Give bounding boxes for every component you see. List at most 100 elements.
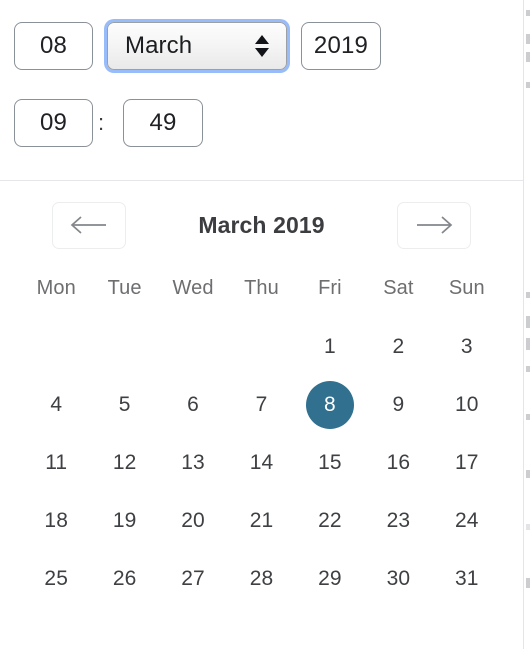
next-month-button[interactable] (397, 201, 471, 249)
day-cell[interactable]: 1 (296, 318, 364, 376)
minute-input[interactable] (123, 99, 203, 147)
edge-fleck (526, 316, 530, 328)
arrow-left-icon (69, 215, 109, 235)
day-number: 27 (181, 567, 205, 590)
day-cell[interactable]: 15 (296, 434, 364, 492)
day-cell[interactable]: 27 (159, 550, 227, 608)
day-number: 3 (460, 335, 473, 358)
day-number: 15 (318, 451, 342, 474)
day-cell[interactable]: 16 (364, 434, 432, 492)
day-cell[interactable]: 20 (159, 492, 227, 550)
day-cell[interactable]: 21 (227, 492, 295, 550)
edge-fleck (526, 414, 530, 420)
day-number: 10 (455, 393, 479, 416)
weekday-cell: Tue (107, 276, 142, 299)
weekday-cell: Sun (448, 276, 485, 299)
day-cell[interactable]: 30 (364, 550, 432, 608)
day-cell[interactable]: 19 (90, 492, 158, 550)
day-cell-empty (159, 318, 227, 376)
edge-fleck (526, 366, 530, 372)
day-cell[interactable]: 13 (159, 434, 227, 492)
previous-month-button[interactable] (52, 201, 126, 249)
day-number: 31 (455, 567, 479, 590)
calendar-header: March 2019 (22, 182, 501, 268)
day-number: 9 (392, 393, 405, 416)
month-select-wrapper: March (107, 22, 287, 70)
hour-input[interactable] (14, 99, 93, 147)
day-input[interactable] (14, 22, 93, 70)
day-number: 8 (305, 381, 354, 429)
day-number: 28 (249, 567, 274, 590)
triangle-down-icon (255, 48, 269, 57)
time-field-row: : (14, 99, 203, 147)
day-cell[interactable]: 12 (90, 434, 158, 492)
day-cell[interactable]: 2 (364, 318, 432, 376)
edge-fleck (526, 292, 530, 298)
calendar-title: March 2019 (198, 211, 325, 238)
day-cell-empty (22, 318, 90, 376)
weekday-header-row: Mon Tue Wed Thu Fri Sat Sun (22, 268, 501, 308)
edge-fleck (526, 82, 530, 88)
day-number: 24 (455, 509, 479, 532)
day-number: 29 (318, 567, 342, 590)
day-cell[interactable]: 22 (296, 492, 364, 550)
day-number: 1 (324, 335, 336, 358)
day-number: 2 (392, 335, 405, 358)
day-cell[interactable]: 28 (227, 550, 295, 608)
day-number: 23 (386, 509, 411, 532)
day-cell[interactable]: 29 (296, 550, 364, 608)
adjacent-panel-edge (523, 0, 531, 649)
weekday-cell: Wed (172, 276, 214, 299)
edge-fleck (526, 34, 530, 44)
day-cell[interactable]: 23 (364, 492, 432, 550)
day-number: 30 (386, 567, 411, 590)
day-cell[interactable]: 31 (433, 550, 501, 608)
day-cell[interactable]: 3 (433, 318, 501, 376)
day-cell-empty (227, 318, 295, 376)
calendar-panel: March 2019 Mon Tue Wed Thu Fri Sat Sun 1234567… (0, 182, 523, 649)
day-number: 14 (249, 451, 274, 474)
day-number: 25 (44, 567, 68, 590)
edge-fleck (526, 10, 530, 16)
day-cell[interactable]: 24 (433, 492, 501, 550)
day-number: 12 (112, 451, 137, 474)
edge-fleck (526, 52, 530, 62)
edge-fleck (526, 338, 530, 350)
day-number: 22 (318, 509, 342, 532)
day-cell-empty (90, 318, 158, 376)
year-input[interactable] (301, 22, 381, 70)
arrow-right-icon (414, 215, 454, 235)
time-separator: : (97, 110, 105, 135)
edge-fleck (526, 470, 530, 478)
month-select-value: March (125, 32, 193, 59)
day-number: 26 (112, 567, 137, 590)
day-cell[interactable]: 5 (90, 376, 158, 434)
day-number: 7 (255, 393, 268, 416)
weekday-cell: Mon (36, 276, 76, 299)
day-cell[interactable]: 7 (227, 376, 295, 434)
day-number: 17 (455, 451, 479, 474)
day-cell[interactable]: 9 (364, 376, 432, 434)
day-cell[interactable]: 6 (159, 376, 227, 434)
day-cell[interactable]: 25 (22, 550, 90, 608)
day-cell[interactable]: 14 (227, 434, 295, 492)
datetime-form: March : (0, 0, 523, 181)
triangle-up-icon (255, 35, 269, 44)
weekday-cell: Sat (383, 276, 414, 299)
date-field-row: March (14, 22, 381, 70)
day-cell[interactable]: 26 (90, 550, 158, 608)
day-number: 20 (181, 509, 205, 532)
day-cell[interactable]: 17 (433, 434, 501, 492)
day-number: 6 (187, 393, 199, 416)
day-cell[interactable]: 4 (22, 376, 90, 434)
day-number: 21 (249, 509, 274, 532)
day-cell[interactable]: 10 (433, 376, 501, 434)
day-grid: 1 2 3 4 5 6 7 8 9 10 11 12 13 14 15 16 17 18 19 20 21 22 23 24 2… (22, 318, 501, 608)
day-number: 11 (45, 451, 68, 474)
stepper-updown-icon[interactable] (255, 35, 269, 57)
day-number: 5 (118, 393, 131, 416)
weekday-cell: Thu (244, 276, 279, 299)
day-cell[interactable]: 18 (22, 492, 90, 550)
day-cell[interactable]: 11 (22, 434, 90, 492)
day-cell-selected[interactable]: 8 (296, 376, 364, 434)
